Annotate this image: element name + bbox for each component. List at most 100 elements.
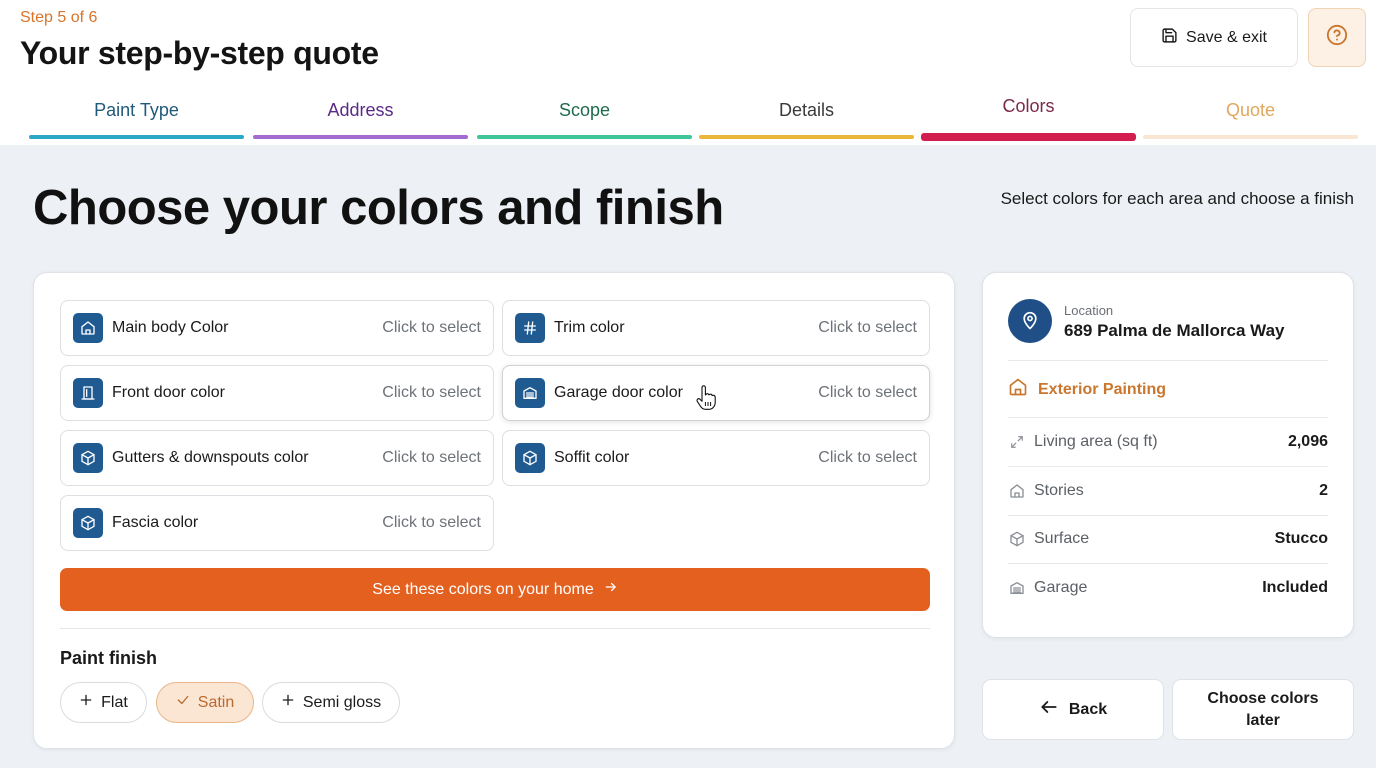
finish-option-label: Satin: [197, 693, 235, 711]
finish-option-flat[interactable]: Flat: [60, 682, 147, 723]
summary-row-living-area: Living area (sq ft) 2,096: [1008, 430, 1328, 454]
question-circle-icon: [1326, 24, 1348, 51]
color-item-label: Garage door color: [554, 384, 683, 401]
choose-colors-later-label: Choose colors later: [1207, 689, 1319, 729]
select-action: Click to select: [818, 319, 917, 336]
color-item-front-door[interactable]: Front door color Click to select: [60, 365, 494, 421]
color-item-garage-door[interactable]: Garage door color Click to select: [502, 365, 930, 421]
tab-scope[interactable]: Scope: [477, 92, 692, 142]
cube-outline-icon: [1008, 531, 1026, 547]
paint-finish-title: Paint finish: [60, 648, 158, 668]
service-type: Exterior Painting: [1008, 377, 1166, 402]
tab-progress-bar: [477, 135, 692, 139]
cube-icon: [73, 508, 103, 538]
location-label: Location: [1064, 303, 1114, 318]
tab-progress-bar: [921, 133, 1136, 141]
tab-label: Scope: [558, 100, 611, 120]
tab-label: Colors: [1002, 96, 1055, 116]
summary-row-surface: Surface Stucco: [1008, 527, 1328, 551]
quote-summary-card: Location 689 Palma de Mallorca Way Exter…: [982, 272, 1354, 638]
finish-option-semi-gloss[interactable]: Semi gloss: [262, 682, 400, 723]
step-indicator: Step 5 of 6: [20, 9, 98, 26]
arrow-left-icon: [1039, 697, 1059, 722]
save-exit-label: Save & exit: [1186, 28, 1267, 46]
divider: [1008, 563, 1328, 564]
header: Step 5 of 6 Your step-by-step quote Save…: [0, 0, 1376, 145]
color-item-soffit[interactable]: Soffit color Click to select: [502, 430, 930, 486]
divider: [1008, 417, 1328, 418]
summary-row-value: 2,096: [1287, 433, 1328, 450]
preview-colors-label: See these colors on your home: [372, 580, 594, 598]
summary-row-label: Surface: [1034, 530, 1090, 547]
color-item-fascia[interactable]: Fascia color Click to select: [60, 495, 494, 551]
divider: [1008, 466, 1328, 467]
resize-arrows-icon: [1008, 435, 1026, 449]
tab-label: Quote: [1225, 100, 1276, 120]
color-item-label: Trim color: [554, 319, 625, 336]
back-label: Back: [1068, 700, 1108, 718]
service-type-label: Exterior Painting: [1038, 380, 1167, 398]
plus-icon: [281, 693, 295, 712]
door-icon: [73, 378, 103, 408]
color-item-label: Main body Color: [112, 319, 229, 336]
color-item-label: Soffit color: [554, 449, 630, 466]
house-outline-icon: [1008, 483, 1026, 499]
tab-label: Paint Type: [94, 100, 179, 120]
select-action: Click to select: [382, 514, 481, 531]
color-item-main-body[interactable]: Main body Color Click to select: [60, 300, 494, 356]
location-value: 689 Palma de Mallorca Way: [1064, 321, 1285, 340]
summary-row-value: Included: [1262, 579, 1328, 596]
tab-progress-bar: [253, 135, 468, 139]
hash-icon: [515, 313, 545, 343]
select-action: Click to select: [382, 449, 481, 466]
finish-option-satin[interactable]: Satin: [156, 682, 254, 723]
page-title: Your step-by-step quote: [20, 35, 379, 71]
select-action: Click to select: [382, 384, 481, 401]
summary-row-label: Garage: [1034, 579, 1088, 596]
divider: [1008, 360, 1328, 361]
tab-label: Address: [327, 100, 394, 120]
cube-icon: [73, 443, 103, 473]
section-title: Choose your colors and finish: [33, 181, 724, 235]
color-item-gutters[interactable]: Gutters & downspouts color Click to sele…: [60, 430, 494, 486]
tab-progress-bar: [29, 135, 244, 139]
garage-outline-icon: [1008, 580, 1026, 596]
choose-colors-later-button[interactable]: Choose colors later: [1172, 679, 1354, 740]
section-subtitle: Select colors for each area and choose a…: [1000, 189, 1354, 208]
select-action: Click to select: [818, 384, 917, 401]
summary-row-garage: Garage Included: [1008, 576, 1328, 600]
summary-row-label: Living area (sq ft): [1034, 433, 1158, 450]
tab-address[interactable]: Address: [253, 92, 468, 142]
house-icon: [73, 313, 103, 343]
tab-details[interactable]: Details: [699, 92, 914, 142]
divider: [1008, 515, 1328, 516]
house-outline-icon: [1008, 377, 1028, 402]
hand-cursor-icon: [696, 385, 716, 411]
summary-row-value: 2: [1319, 482, 1328, 499]
cube-icon: [515, 443, 545, 473]
map-pin-icon: [1008, 299, 1052, 343]
color-selection-card: Main body Color Click to select Trim col…: [33, 272, 955, 749]
color-item-label: Gutters & downspouts color: [112, 449, 309, 466]
divider: [60, 628, 930, 629]
select-action: Click to select: [818, 449, 917, 466]
color-item-trim[interactable]: Trim color Click to select: [502, 300, 930, 356]
summary-row-stories: Stories 2: [1008, 479, 1328, 503]
summary-row-value: Stucco: [1274, 530, 1328, 547]
select-action: Click to select: [382, 319, 481, 336]
plus-icon: [79, 693, 93, 712]
garage-icon: [515, 378, 545, 408]
check-icon: [176, 693, 190, 712]
preview-colors-button[interactable]: See these colors on your home: [60, 568, 930, 611]
back-button[interactable]: Back: [982, 679, 1164, 740]
save-exit-button[interactable]: Save & exit: [1130, 8, 1298, 67]
help-button[interactable]: [1308, 8, 1366, 67]
tab-paint-type[interactable]: Paint Type: [29, 92, 244, 142]
finish-option-label: Semi gloss: [302, 693, 382, 711]
color-item-label: Front door color: [112, 384, 225, 401]
color-item-label: Fascia color: [112, 514, 199, 531]
tab-progress-bar: [699, 135, 914, 139]
tab-quote[interactable]: Quote: [1143, 92, 1358, 142]
tab-colors[interactable]: Colors: [921, 92, 1136, 142]
summary-row-label: Stories: [1034, 482, 1084, 499]
